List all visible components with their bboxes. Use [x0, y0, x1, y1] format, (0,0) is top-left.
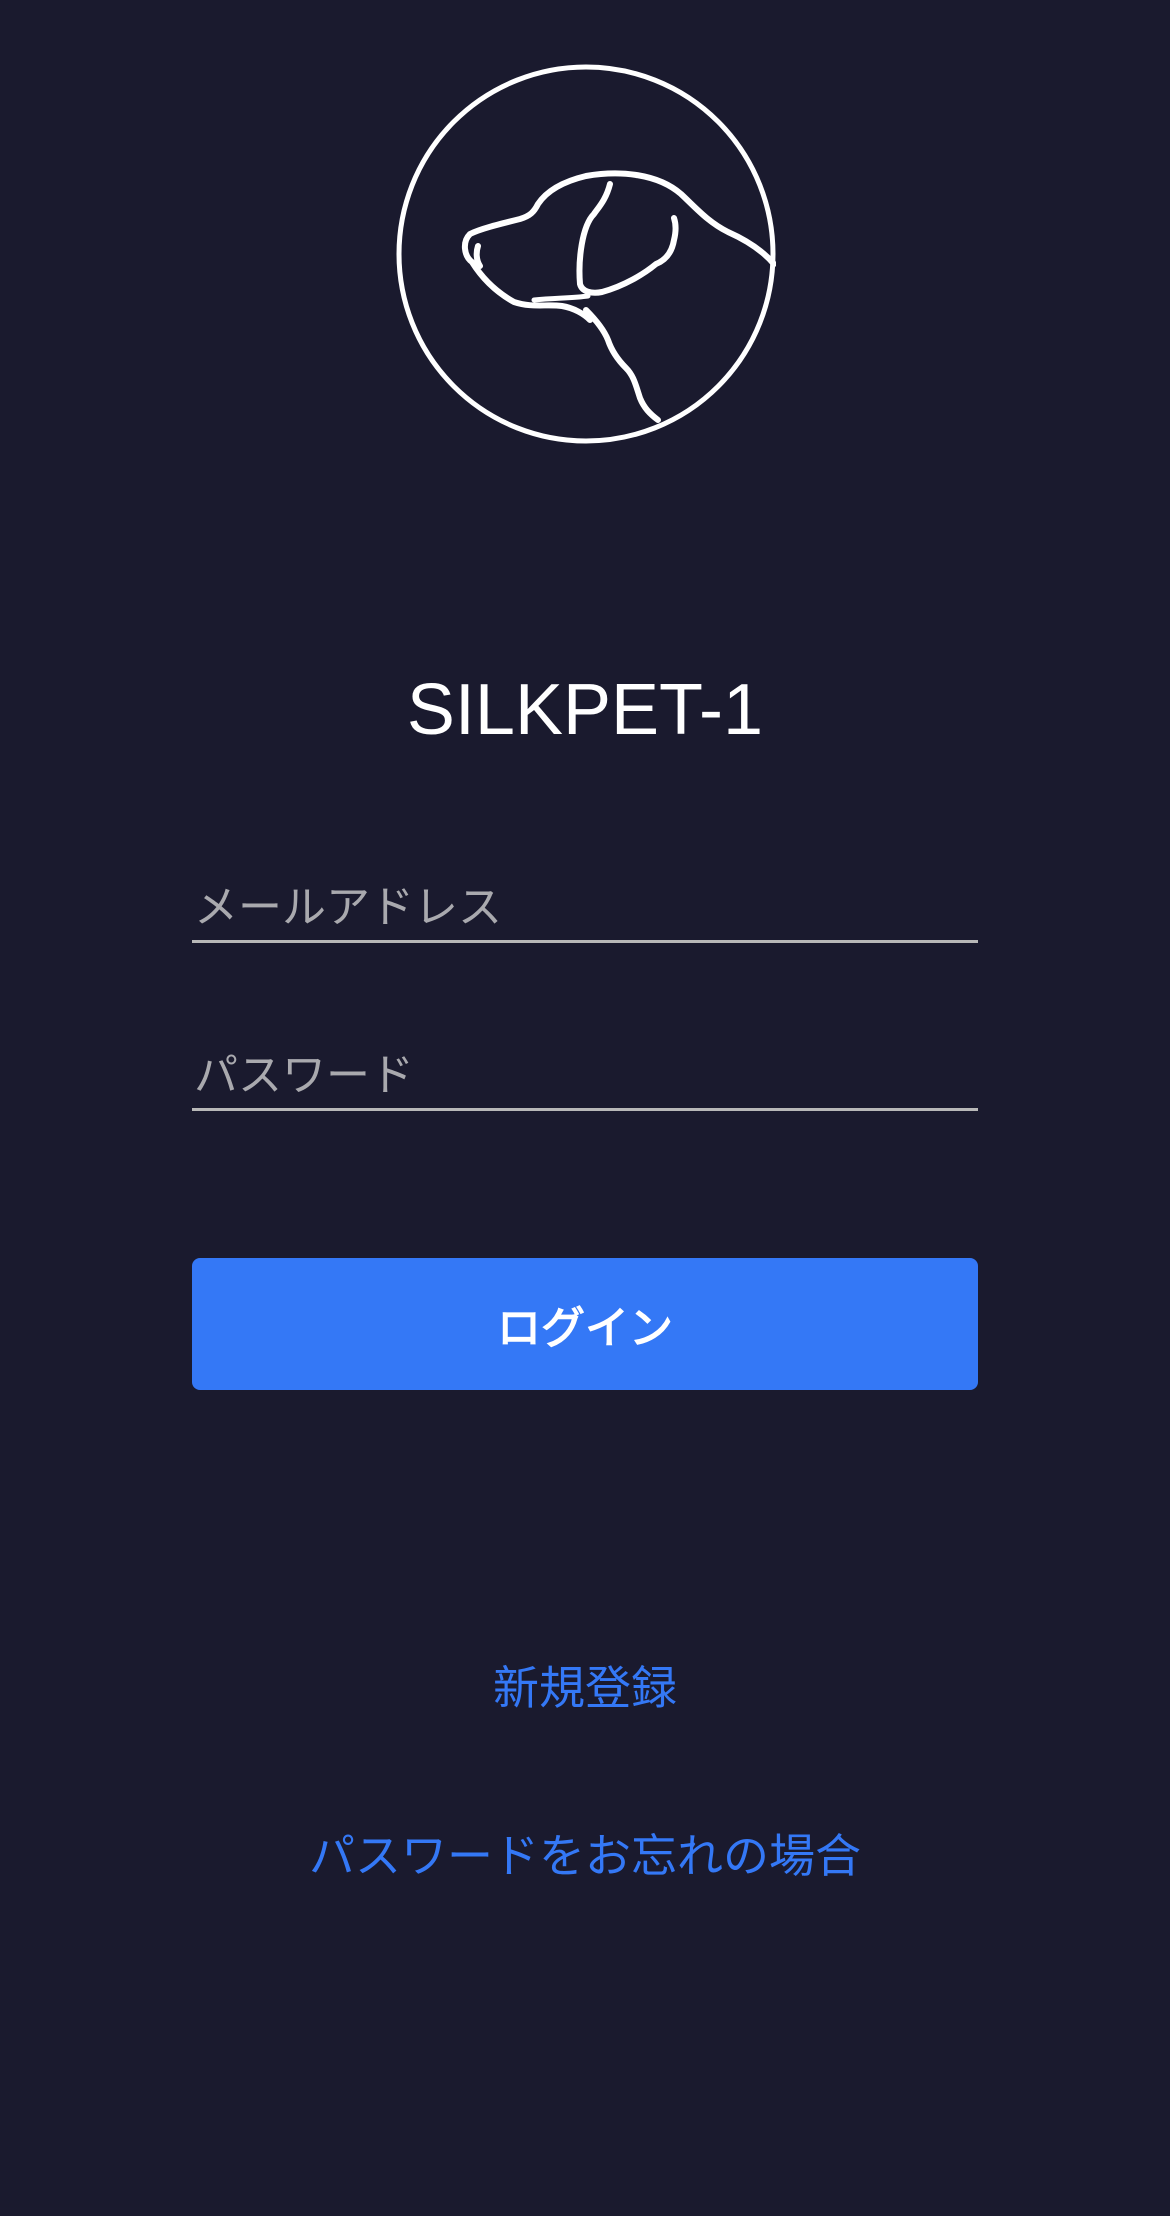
password-input[interactable] — [192, 1042, 978, 1108]
email-field[interactable] — [192, 874, 978, 943]
password-field[interactable] — [192, 1042, 978, 1111]
dog-logo-icon — [396, 64, 776, 444]
login-button[interactable]: ログイン — [192, 1258, 978, 1390]
forgot-password-link[interactable]: パスワードをお忘れの場合 — [0, 1826, 1170, 1886]
register-link[interactable]: 新規登録 — [0, 1658, 1170, 1718]
app-title: SILKPET-1 — [406, 670, 764, 750]
email-input[interactable] — [192, 874, 978, 940]
